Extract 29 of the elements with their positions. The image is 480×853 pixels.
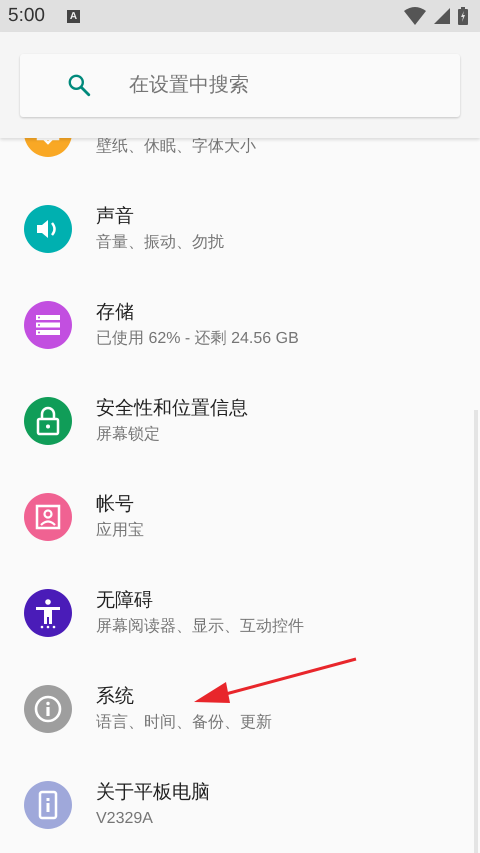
item-title: 系统 <box>96 685 135 709</box>
search-bar[interactable]: 在设置中搜索 <box>20 54 460 116</box>
battery-icon <box>458 7 468 25</box>
item-subtitle: 语言、时间、备份、更新 <box>96 713 272 733</box>
settings-item[interactable]: 帐号 应用宝 <box>0 469 480 565</box>
item-title: 安全性和位置信息 <box>96 397 248 421</box>
status-time: 5:00 <box>8 5 45 27</box>
item-subtitle: 应用宝 <box>96 521 144 541</box>
wifi-icon <box>404 7 426 25</box>
item-subtitle: 屏幕阅读器、显示、互动控件 <box>96 617 304 637</box>
item-title: 存储 <box>96 301 135 325</box>
item-subtitle: 音量、振动、勿扰 <box>96 233 224 253</box>
signal-icon <box>434 8 450 24</box>
search-icon <box>66 72 92 98</box>
item-title: 声音 <box>96 205 135 229</box>
settings-item[interactable]: 无障碍 屏幕阅读器、显示、互动控件 <box>0 565 480 661</box>
item-subtitle: V2329A <box>96 809 154 829</box>
settings-item[interactable]: 系统 语言、时间、备份、更新 <box>0 661 480 757</box>
item-subtitle: 已使用 62% - 还剩 24.56 GB <box>96 329 299 349</box>
settings-item[interactable]: 声音 音量、振动、勿扰 <box>0 181 480 277</box>
settings-item[interactable]: 安全性和位置信息 屏幕锁定 <box>0 373 480 469</box>
item-title: 无障碍 <box>96 589 154 613</box>
item-subtitle: 屏幕锁定 <box>96 425 161 445</box>
item-title: 关于平板电脑 <box>96 781 210 805</box>
item-title: 帐号 <box>96 493 135 517</box>
settings-item[interactable]: 关于平板电脑 V2329A <box>0 757 480 853</box>
settings-item[interactable]: 存储 已使用 62% - 还剩 24.56 GB <box>0 277 480 373</box>
search-field[interactable]: 在设置中搜索 <box>127 72 460 98</box>
notification-icon: A <box>66 10 80 22</box>
